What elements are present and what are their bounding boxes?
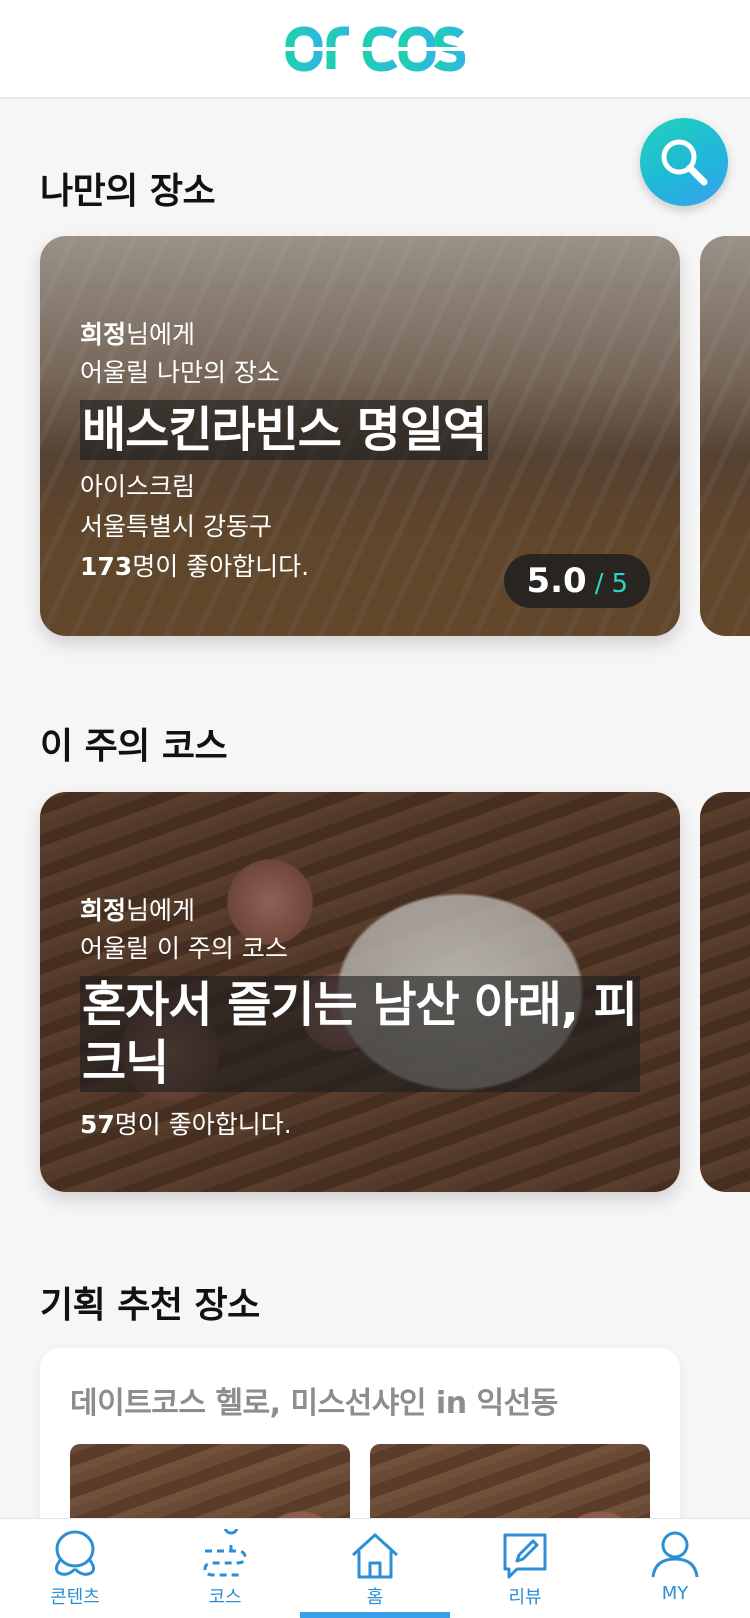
nav-item-my[interactable]: MY — [600, 1519, 750, 1618]
like-count: 173 — [80, 552, 133, 581]
nav-item-review[interactable]: 리뷰 — [450, 1519, 600, 1618]
ofcos-logo[interactable] — [285, 25, 465, 73]
course-card-text: 희정님에게 어울릴 이 주의 코스 혼자서 즐기는 남산 아래, 피 크닉 57… — [80, 892, 640, 1144]
place-card[interactable]: 희정님에게 어울릴 나만의 장소 배스킨라빈스 명일역 아이스크림 서울특별시 … — [40, 236, 680, 636]
nav-label: MY — [661, 1583, 689, 1604]
active-tab-indicator — [300, 1612, 450, 1618]
contents-icon — [54, 1530, 96, 1576]
section-title-curated-place: 기획 추천 장소 — [40, 1285, 260, 1326]
like-count: 57 — [80, 1110, 115, 1139]
nav-item-course[interactable]: 코스 — [150, 1519, 300, 1618]
rating-max: 5 — [611, 569, 628, 599]
course-route-icon — [203, 1529, 247, 1577]
nav-item-home[interactable]: 홈 — [300, 1519, 450, 1618]
rating-badge: 5.0 / 5 — [504, 554, 650, 608]
place-title: 배스킨라빈스 명일역 — [80, 400, 489, 460]
section-title-weekly-course: 이 주의 코스 — [40, 726, 228, 767]
review-edit-icon — [503, 1533, 547, 1579]
nav-item-contents[interactable]: 콘텐츠 — [0, 1519, 150, 1618]
nav-label: 홈 — [366, 1587, 384, 1608]
app-header — [0, 0, 750, 99]
user-name: 희정 — [80, 320, 127, 349]
course-card-next[interactable] — [700, 792, 750, 1192]
curated-title: 데이트코스 헬로, 미스선샤인 in 익선동 — [70, 1386, 558, 1421]
course-subtitle: 어울릴 이 주의 코스 — [80, 934, 288, 963]
search-button[interactable] — [640, 118, 728, 206]
nav-label: 리뷰 — [508, 1587, 542, 1608]
course-card[interactable]: 희정님에게 어울릴 이 주의 코스 혼자서 즐기는 남산 아래, 피 크닉 57… — [40, 792, 680, 1192]
home-icon — [351, 1533, 399, 1579]
place-address: 서울특별시 강동구 — [80, 512, 272, 541]
nav-label: 콘텐츠 — [50, 1587, 100, 1608]
place-category: 아이스크림 — [80, 472, 196, 501]
course-title: 혼자서 즐기는 남산 아래, 피 크닉 — [80, 976, 640, 1092]
bottom-nav: 콘텐츠 코스 홈 리뷰 MY — [0, 1518, 750, 1618]
section-title-my-place: 나만의 장소 — [40, 171, 216, 212]
place-card-text: 희정님에게 어울릴 나만의 장소 배스킨라빈스 명일역 아이스크림 서울특별시 … — [80, 320, 489, 581]
place-card-next[interactable] — [700, 236, 750, 636]
user-icon — [651, 1531, 699, 1578]
nav-label: 코스 — [208, 1587, 242, 1608]
place-subtitle: 어울릴 나만의 장소 — [80, 358, 280, 387]
search-icon — [661, 139, 708, 186]
rating-score: 5.0 — [526, 561, 587, 601]
user-name: 희정 — [80, 896, 127, 925]
